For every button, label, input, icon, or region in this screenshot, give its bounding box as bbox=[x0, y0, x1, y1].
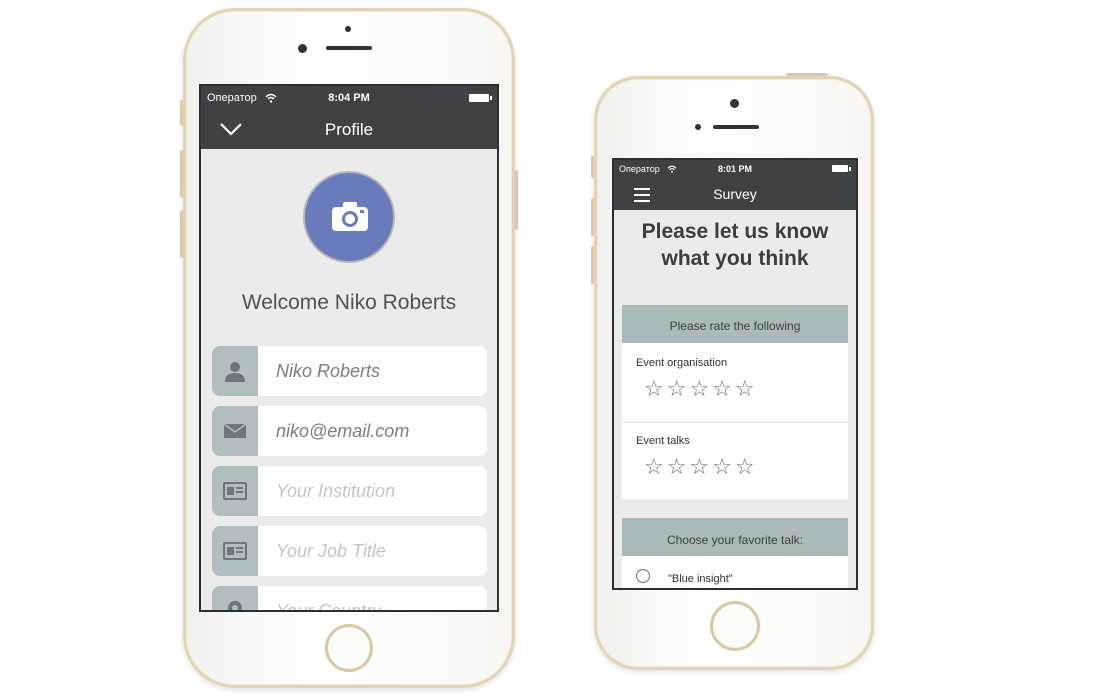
volume-up-button bbox=[591, 198, 594, 236]
headline-line-1: Please let us know bbox=[641, 220, 829, 243]
status-bar: Оператор 8:01 PM bbox=[614, 160, 856, 178]
field-icon-box bbox=[212, 406, 258, 456]
country-field[interactable]: Your Country bbox=[212, 586, 487, 612]
front-camera bbox=[298, 44, 307, 53]
radio-blue-insight[interactable] bbox=[636, 569, 650, 583]
talk-option-label: "Blue insight" bbox=[668, 573, 733, 585]
earpiece-speaker bbox=[326, 46, 372, 50]
location-icon bbox=[228, 601, 242, 610]
email-field[interactable]: niko@email.com bbox=[212, 406, 487, 456]
volume-up-button bbox=[180, 150, 183, 198]
home-button[interactable] bbox=[325, 624, 373, 672]
survey-screen: Оператор 8:01 PM Survey Please let us kn… bbox=[612, 158, 858, 590]
field-icon-box bbox=[212, 466, 258, 516]
front-camera bbox=[730, 99, 739, 108]
job-title-placeholder: Your Job Title bbox=[276, 541, 386, 561]
power-button bbox=[515, 170, 518, 230]
job-title-field[interactable]: Your Job Title bbox=[212, 526, 487, 576]
rating-label-organisation: Event organisation bbox=[636, 357, 728, 369]
page-title: Profile bbox=[324, 120, 374, 139]
name-field[interactable]: Niko Roberts bbox=[212, 346, 487, 396]
battery-icon bbox=[469, 94, 492, 102]
divider bbox=[622, 422, 848, 423]
proximity-sensor bbox=[695, 124, 701, 130]
welcome-message: Welcome Niko Roberts bbox=[241, 291, 457, 314]
survey-headline: Please let us know what you think bbox=[614, 218, 856, 272]
mail-icon bbox=[223, 423, 247, 438]
country-placeholder: Your Country bbox=[276, 601, 382, 612]
field-icon-box bbox=[212, 526, 258, 576]
institution-field[interactable]: Your Institution bbox=[212, 466, 487, 516]
nav-bar: Survey bbox=[614, 178, 856, 210]
field-icon-box bbox=[212, 586, 258, 610]
institution-placeholder: Your Institution bbox=[276, 481, 396, 501]
proximity-sensor bbox=[345, 26, 351, 32]
person-icon bbox=[225, 362, 245, 382]
email-value: niko@email.com bbox=[276, 421, 410, 441]
status-time: 8:01 PM bbox=[717, 164, 752, 174]
headline-line-2: what you think bbox=[661, 247, 809, 270]
mute-switch bbox=[591, 156, 594, 178]
mute-switch bbox=[180, 100, 183, 126]
star-rating-talks[interactable]: ☆☆☆☆☆ bbox=[644, 454, 758, 480]
volume-down-button bbox=[180, 210, 183, 258]
talk-section-header: Choose your favorite talk: bbox=[622, 518, 848, 556]
rating-section-header: Please rate the following bbox=[622, 305, 848, 343]
profile-screen: Оператор 8:04 PM Profile Welcome Niko Ro… bbox=[199, 84, 499, 612]
field-icon-box bbox=[212, 346, 258, 396]
power-button bbox=[786, 73, 828, 76]
earpiece-speaker bbox=[713, 125, 759, 129]
page-title: Survey bbox=[713, 186, 757, 202]
status-bar: Оператор 8:04 PM bbox=[201, 86, 497, 110]
camera-icon bbox=[332, 202, 368, 231]
avatar-upload[interactable] bbox=[303, 171, 395, 263]
battery-icon bbox=[832, 165, 851, 172]
status-time: 8:04 PM bbox=[328, 92, 370, 104]
star-rating-organisation[interactable]: ☆☆☆☆☆ bbox=[644, 376, 758, 402]
nav-bar: Profile bbox=[201, 110, 497, 149]
id-card-icon bbox=[223, 482, 247, 500]
home-button[interactable] bbox=[710, 601, 760, 651]
volume-down-button bbox=[591, 246, 594, 284]
rating-label-talks: Event talks bbox=[636, 435, 690, 447]
talk-options-card bbox=[622, 556, 848, 588]
id-card-icon bbox=[223, 542, 247, 560]
name-value: Niko Roberts bbox=[276, 361, 381, 381]
